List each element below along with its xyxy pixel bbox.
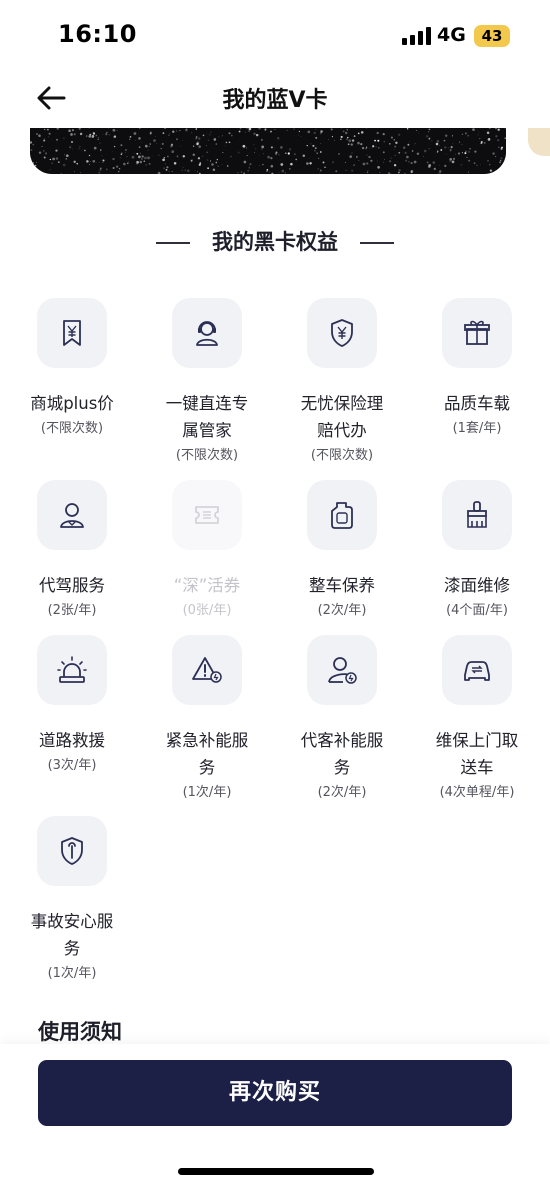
benefit-item[interactable]: 品质车载 (1套/年) <box>410 298 544 439</box>
benefit-item[interactable]: 事故安心服务 (1次/年) <box>5 816 139 984</box>
benefit-name: 维保上门取送车 <box>435 731 519 777</box>
benefits-section-title: 我的黑卡权益 <box>0 226 550 258</box>
benefit-item[interactable]: 代客补能服务 (2次/年) <box>275 635 409 803</box>
benefit-name: 代驾服务 <box>39 576 105 595</box>
network-type: 4G <box>437 24 466 46</box>
page-title: 我的蓝Ⅴ卡 <box>222 88 328 113</box>
benefit-quota: (2张/年) <box>47 603 97 618</box>
benefit-name: 整车保养 <box>309 576 375 595</box>
ticket-icon <box>172 480 242 550</box>
card-image <box>30 128 506 174</box>
person-charge-icon <box>307 635 377 705</box>
next-card-peek[interactable] <box>528 128 550 156</box>
nav-bar: 我的蓝Ⅴ卡 <box>0 72 550 128</box>
benefit-quota: (不限次数) <box>40 421 104 436</box>
siren-light-icon <box>37 635 107 705</box>
benefit-name: 品质车载 <box>444 394 510 413</box>
yen-bookmark-icon <box>37 298 107 368</box>
gift-box-icon <box>442 298 512 368</box>
benefit-item[interactable]: 无忧保险理赔代办 (不限次数) <box>275 298 409 466</box>
benefit-quota: (不限次数) <box>310 448 374 463</box>
benefit-item[interactable]: 紧急补能服务 (1次/年) <box>140 635 274 803</box>
benefit-name: 事故安心服务 <box>30 912 114 958</box>
oil-bottle-icon <box>307 480 377 550</box>
benefit-item[interactable]: 维保上门取送车 (4次单程/年) <box>410 635 544 803</box>
benefit-quota: (2次/年) <box>317 603 367 618</box>
signal-icon <box>402 27 432 45</box>
benefit-quota: (2次/年) <box>317 785 367 800</box>
benefit-quota: (3次/年) <box>47 758 97 773</box>
status-time: 16:10 <box>58 20 137 48</box>
car-exchange-icon <box>442 635 512 705</box>
benefit-item[interactable]: 道路救援 (3次/年) <box>5 635 139 776</box>
page: 16:10 4G 43 我的蓝Ⅴ卡 我的黑卡权益 商城plus价 (不限次数) <box>0 0 550 1190</box>
warning-charge-icon <box>172 635 242 705</box>
benefit-name: 代客补能服务 <box>300 731 384 777</box>
benefit-name: 无忧保险理赔代办 <box>300 394 384 440</box>
benefit-quota: (1次/年) <box>47 966 97 981</box>
status-bar: 16:10 4G 43 <box>0 0 550 72</box>
card-glitter-pattern <box>30 128 506 174</box>
benefit-item[interactable]: 漆面维修 (4个面/年) <box>410 480 544 621</box>
benefit-item[interactable]: 整车保养 (2次/年) <box>275 480 409 621</box>
benefit-name: 漆面维修 <box>444 576 510 595</box>
benefit-quota: (1次/年) <box>182 785 232 800</box>
benefit-quota: (0张/年) <box>182 603 232 618</box>
benefit-item[interactable]: 商城plus价 (不限次数) <box>5 298 139 439</box>
benefit-quota: (不限次数) <box>175 448 239 463</box>
benefit-quota: (1套/年) <box>452 421 502 436</box>
benefit-quota: (4次单程/年) <box>439 785 515 800</box>
benefits-title-text: 我的黑卡权益 <box>212 230 338 254</box>
battery-icon: 43 <box>474 25 510 47</box>
benefit-name: “深”活券 <box>173 576 241 595</box>
benefit-item[interactable]: 一键直连专属管家 (不限次数) <box>140 298 274 466</box>
benefit-name: 紧急补能服务 <box>165 731 249 777</box>
benefit-name: 一键直连专属管家 <box>165 394 249 440</box>
butler-headset-icon <box>172 298 242 368</box>
paint-brush-icon <box>442 480 512 550</box>
usage-notes-title: 使用须知 <box>38 1020 122 1044</box>
wrench-shield-icon <box>37 816 107 886</box>
benefit-item-disabled[interactable]: “深”活券 (0张/年) <box>140 480 274 621</box>
benefit-name: 商城plus价 <box>30 394 114 413</box>
benefit-quota: (4个面/年) <box>446 603 508 618</box>
home-indicator <box>178 1168 374 1175</box>
yen-shield-icon <box>307 298 377 368</box>
driver-person-icon <box>37 480 107 550</box>
benefit-item[interactable]: 代驾服务 (2张/年) <box>5 480 139 621</box>
buy-again-button[interactable]: 再次购买 <box>38 1060 512 1126</box>
benefit-name: 道路救援 <box>39 731 105 750</box>
